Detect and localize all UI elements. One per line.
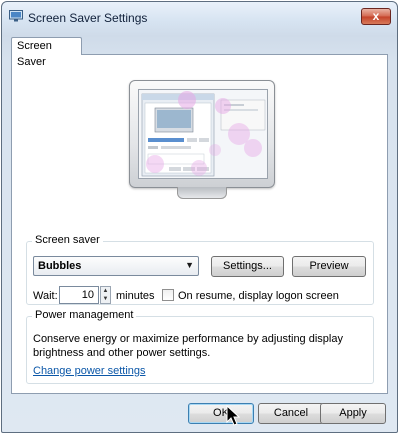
monitor-bezel [129,80,275,188]
screen-saver-dropdown[interactable]: Bubbles ▼ [33,256,199,276]
resume-logon-checkbox[interactable] [162,289,174,301]
preview-screen [138,89,268,179]
minutes-label: minutes [116,290,155,302]
power-management-group: Power management Conserve energy or maxi… [26,309,374,384]
power-management-group-label: Power management [32,309,137,321]
change-power-settings-link[interactable]: Change power settings [33,365,146,377]
preview-button[interactable]: Preview [292,256,366,277]
screen-saver-group: Screen saver Bubbles ▼ Settings... Previ… [26,234,374,305]
monitor-stand [177,187,227,199]
preview-desktop-image [139,90,267,178]
tab-screen-saver[interactable]: Screen Saver [11,37,82,68]
wait-label: Wait: [33,290,58,302]
screen-saver-selected: Bubbles [38,260,82,272]
screen-saver-settings-window: Screen Saver Settings x Screen Saver Scr… [1,1,398,433]
title-bar[interactable]: Screen Saver Settings x [2,2,397,32]
wait-minutes-input[interactable]: 10 [59,286,99,304]
apply-button[interactable]: Apply [320,403,386,424]
wait-spinner[interactable]: ▲ ▼ [100,286,111,304]
settings-button[interactable]: Settings... [211,256,284,277]
spin-up-icon[interactable]: ▲ [101,287,110,295]
chevron-down-icon: ▼ [185,260,194,270]
window-title: Screen Saver Settings [28,11,148,25]
power-management-description: Conserve energy or maximize performance … [33,333,343,359]
display-settings-icon [9,10,23,22]
mouse-pointer-icon [226,405,240,426]
screen-saver-tab-panel: Screen saver Bubbles ▼ Settings... Previ… [11,54,388,394]
spin-down-icon[interactable]: ▼ [101,295,110,303]
screen-saver-group-label: Screen saver [32,234,103,246]
close-button[interactable]: x [361,8,391,25]
preview-monitor [129,80,275,200]
resume-logon-label[interactable]: On resume, display logon screen [178,290,339,302]
ok-button[interactable]: OK [188,403,254,424]
cancel-button[interactable]: Cancel [258,403,324,424]
